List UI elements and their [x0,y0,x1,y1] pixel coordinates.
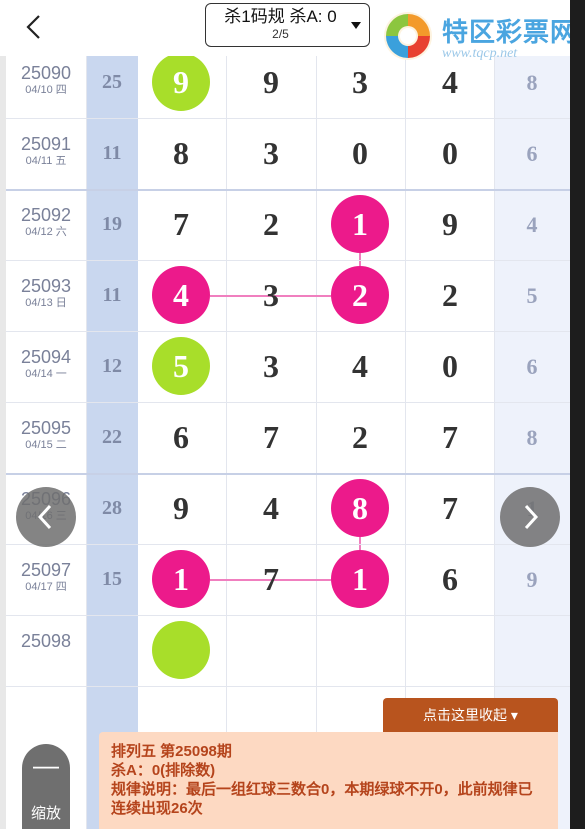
right-edge-panel [570,0,585,829]
digit-cell: 0 [352,135,368,171]
info-panel: 排列五 第25098期 杀A：0(排除数) 规律说明：最后一组红球三数合0，本期… [99,732,558,829]
issue-cell: 25094 04/14 一 [6,331,86,402]
issue-date: 04/15 二 [25,439,67,451]
digit-cell: 3 [263,277,279,313]
issue-number: 25092 [20,205,72,225]
digit-cell: 9 [173,490,189,526]
last-digit-value: 9 [526,567,538,592]
logo-name: 特区彩票网 [442,17,578,47]
digit-cell [421,621,479,679]
top-bar: 杀1码规 杀A: 0 2/5 特区彩票网 www.tqcp.net [0,0,585,61]
issue-number: 25095 [20,418,72,438]
next-button[interactable] [500,487,560,547]
site-logo: 特区彩票网 www.tqcp.net [382,6,582,62]
issue-number: 25097 [20,560,72,580]
issue-number: 25093 [20,276,72,296]
issue-cell: 25090 04/10 四 [6,47,86,118]
logo-swirl-icon [384,12,432,60]
issue-cell: 25091 04/11 五 [6,118,86,189]
digit-cell: 0 [442,348,458,384]
digit-cell: 6 [442,561,458,597]
info-rule: 规律说明：最后一组红球三数合0，本期绿球不开0，此前规律已连续出现26次 [111,781,533,817]
last-digit-value: 8 [526,425,538,450]
digit-cell: 2 [442,277,458,313]
back-icon[interactable] [24,12,48,44]
sum-value: 11 [102,284,122,306]
chevron-right-icon [524,504,539,530]
sum-value: 15 [102,568,122,590]
dropdown-page: 2/5 [272,27,289,41]
issue-number: 25098 [20,631,72,651]
digit-cell [242,621,300,679]
zoom-button[interactable]: — 缩放 [22,744,70,829]
sum-value: 25 [102,71,122,93]
issue-number: 25091 [20,134,72,154]
issue-cell: 25093 04/13 日 [6,260,86,331]
sum-value: 22 [102,426,122,448]
issue-cell: 25097 04/17 四 [6,544,86,615]
zoom-label: 缩放 [30,805,61,822]
minus-icon: — [33,750,59,780]
sum-value: 19 [102,213,122,235]
pink-ball: 4 [152,266,210,324]
issue-number: 25090 [20,63,72,83]
digit-cell: 9 [442,206,458,242]
digit-cell: 2 [263,206,279,242]
prev-button[interactable] [16,487,76,547]
issue-cell: 25092 04/12 六 [6,189,86,260]
green-ball: 9 [152,53,210,111]
digit-cell: 3 [263,348,279,384]
last-digit-value: 5 [526,283,538,308]
pink-ball: 1 [331,550,389,608]
issue-date: 04/14 一 [25,368,67,380]
sum-value: 28 [102,497,122,519]
caret-down-icon [351,22,361,29]
sum-value: 12 [102,355,122,377]
digit-cell [331,621,389,679]
issue-cell: 25095 04/15 二 [6,402,86,473]
digit-cell: 7 [442,419,458,455]
digit-cell: 7 [263,419,279,455]
info-title: 排列五 第25098期 [111,743,232,760]
digit-cell: 4 [263,490,279,526]
last-digit-value: 6 [526,141,538,166]
digit-cell: 0 [442,135,458,171]
issue-date: 04/12 六 [25,226,67,238]
logo-url: www.tqcp.net [442,46,518,61]
info-kill: 杀A：0(排除数) [111,762,216,779]
digit-cell: 6 [173,419,189,455]
digit-cell: 7 [173,206,189,242]
pink-ball: 2 [331,266,389,324]
pink-ball: 1 [152,550,210,608]
digit-cell: 4 [352,348,368,384]
dropdown-title: 杀1码规 杀A: 0 [224,7,337,26]
sum-value [86,615,138,686]
digit-cell: 3 [263,135,279,171]
issue-date: 04/11 五 [25,155,67,167]
pink-ball: 1 [331,195,389,253]
chevron-left-icon [37,504,52,530]
digit-cell: 7 [442,490,458,526]
green-ball: 5 [152,337,210,395]
digit-cell: 9 [263,64,279,100]
collapse-button[interactable]: 点击这里收起 ▾ [383,698,558,732]
green-ball [152,621,210,679]
last-digit-value [494,615,570,686]
sum-value: 11 [102,142,122,164]
last-digit-value: 4 [526,212,538,237]
issue-date: 04/10 四 [25,84,67,96]
pink-ball: 8 [331,479,389,537]
issue-number: 25094 [20,347,72,367]
digit-cell: 2 [352,419,368,455]
last-digit-value: 6 [526,354,538,379]
issue-date: 04/17 四 [25,581,67,593]
digit-cell: 8 [173,135,189,171]
issue-cell: 25098 [6,615,86,686]
digit-cell: 7 [263,561,279,597]
issue-date: 04/13 日 [25,297,67,309]
digit-cell: 3 [352,64,368,100]
rule-dropdown[interactable]: 杀1码规 杀A: 0 2/5 [205,3,370,47]
